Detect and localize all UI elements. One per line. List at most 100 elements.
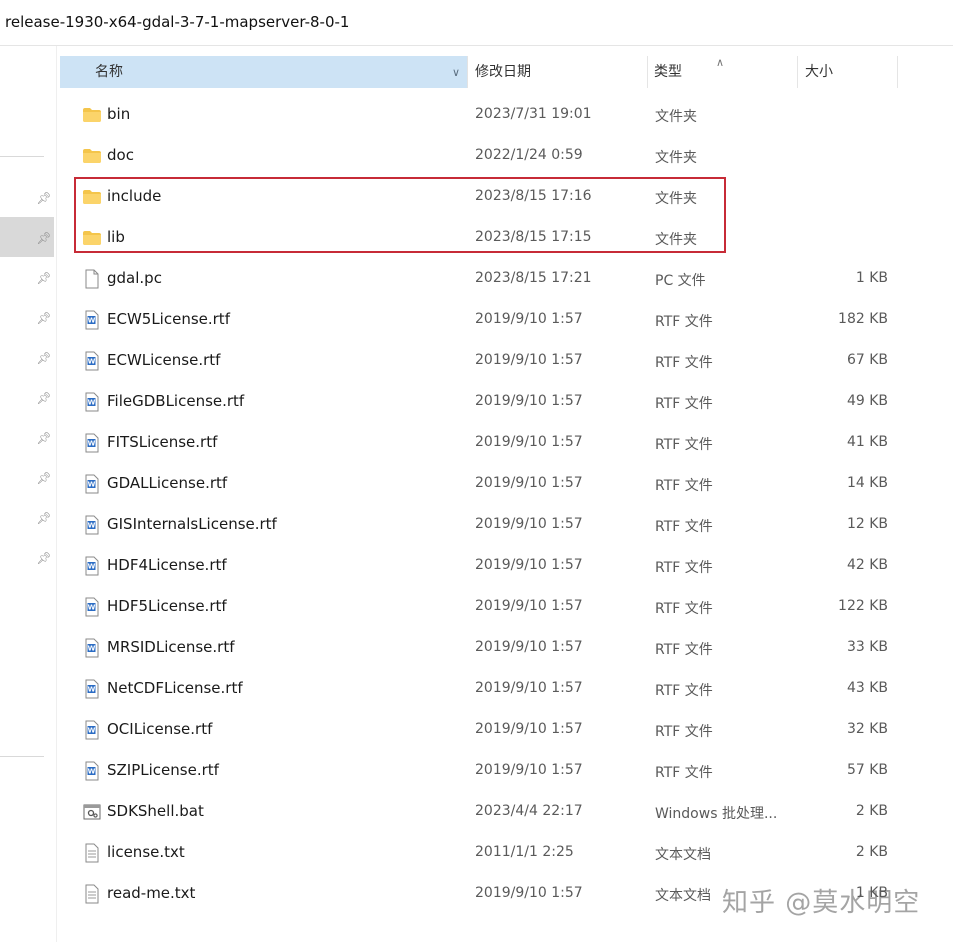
file-date: 2023/8/15 17:21 — [475, 270, 592, 286]
file-type: PC 文件 — [655, 273, 706, 289]
file-date: 2019/9/10 1:57 — [475, 352, 583, 368]
column-header-type[interactable]: ∧ 类型 — [648, 56, 798, 88]
column-header-date[interactable]: 修改日期 — [468, 56, 648, 88]
svg-text:W: W — [88, 563, 96, 571]
file-size: 182 KB — [838, 311, 888, 327]
svg-text:W: W — [88, 399, 96, 407]
file-date: 2019/9/10 1:57 — [475, 434, 583, 450]
file-row[interactable]: W FileGDBLicense.rtf 2019/9/10 1:57 RTF 文件 4… — [60, 382, 900, 423]
file-type: 文本文档 — [655, 847, 711, 863]
file-name: FITSLicense.rtf — [107, 433, 218, 451]
file-date: 2011/1/1 2:25 — [475, 844, 574, 860]
file-name: OCILicense.rtf — [107, 720, 213, 738]
file-date: 2019/9/10 1:57 — [475, 885, 583, 901]
folder-icon — [82, 187, 102, 207]
file-size: 2 KB — [855, 844, 888, 860]
column-header-name[interactable]: 名称 ∨ — [60, 56, 468, 88]
file-row[interactable]: bin 2023/7/31 19:01 文件夹 — [60, 95, 900, 136]
pin-icon[interactable]: 📌︎ — [36, 550, 52, 566]
nav-divider — [0, 156, 44, 157]
word-rtf-icon: W — [82, 638, 102, 658]
file-name: bin — [107, 105, 131, 123]
text-file-icon — [82, 843, 102, 863]
file-row[interactable]: license.txt 2011/1/1 2:25 文本文档 2 KB — [60, 833, 900, 874]
file-row[interactable]: W SZIPLicense.rtf 2019/9/10 1:57 RTF 文件 57 K… — [60, 751, 900, 792]
chevron-down-icon[interactable]: ∨ — [449, 56, 463, 89]
file-date: 2023/7/31 19:01 — [475, 106, 592, 122]
file-row[interactable]: W HDF5License.rtf 2019/9/10 1:57 RTF 文件 122 … — [60, 587, 900, 628]
file-name: HDF4License.rtf — [107, 556, 227, 574]
pin-icon[interactable]: 📌︎ — [36, 270, 52, 286]
pin-icon[interactable]: 📌︎ — [36, 350, 52, 366]
svg-text:W: W — [88, 768, 96, 776]
file-row[interactable]: gdal.pc 2023/8/15 17:21 PC 文件 1 KB — [60, 259, 900, 300]
file-date: 2022/1/24 0:59 — [475, 147, 583, 163]
word-rtf-icon: W — [82, 761, 102, 781]
file-row[interactable]: W OCILicense.rtf 2019/9/10 1:57 RTF 文件 32 KB — [60, 710, 900, 751]
watermark: 知乎 @莫水明空 — [722, 888, 921, 918]
file-type: RTF 文件 — [655, 519, 713, 535]
pin-icon[interactable]: 📌︎ — [36, 190, 52, 206]
file-row[interactable]: doc 2022/1/24 0:59 文件夹 — [60, 136, 900, 177]
file-date: 2019/9/10 1:57 — [475, 680, 583, 696]
file-size: 12 KB — [846, 516, 888, 532]
file-date: 2019/9/10 1:57 — [475, 516, 583, 532]
word-rtf-icon: W — [82, 474, 102, 494]
file-row[interactable]: include 2023/8/15 17:16 文件夹 — [60, 177, 900, 218]
word-rtf-icon: W — [82, 392, 102, 412]
word-rtf-icon: W — [82, 351, 102, 371]
file-name: NetCDFLicense.rtf — [107, 679, 243, 697]
word-rtf-icon: W — [82, 310, 102, 330]
pin-icon[interactable]: 📌︎ — [36, 310, 52, 326]
file-row[interactable]: W ECW5License.rtf 2019/9/10 1:57 RTF 文件 182 … — [60, 300, 900, 341]
file-row[interactable]: lib 2023/8/15 17:15 文件夹 — [60, 218, 900, 259]
folder-icon — [82, 146, 102, 166]
pin-icon[interactable]: 📌︎ — [36, 430, 52, 446]
column-header-row: 名称 ∨ 修改日期 ∧ 类型 大小 — [60, 56, 940, 88]
file-date: 2019/9/10 1:57 — [475, 311, 583, 327]
file-type: 文件夹 — [655, 191, 697, 207]
file-name: read-me.txt — [107, 884, 196, 902]
nav-divider — [0, 756, 44, 757]
file-row[interactable]: W HDF4License.rtf 2019/9/10 1:57 RTF 文件 42 K… — [60, 546, 900, 587]
svg-text:W: W — [88, 727, 96, 735]
pin-icon[interactable]: 📌︎ — [36, 390, 52, 406]
file-size: 57 KB — [846, 762, 888, 778]
file-size: 2 KB — [855, 803, 888, 819]
file-name: license.txt — [107, 843, 185, 861]
svg-text:W: W — [88, 440, 96, 448]
svg-text:W: W — [88, 686, 96, 694]
svg-text:W: W — [88, 317, 96, 325]
file-list: bin 2023/7/31 19:01 文件夹 doc 2022/1/24 0:59 文件… — [60, 95, 940, 915]
file-name: doc — [107, 146, 134, 164]
file-row[interactable]: W NetCDFLicense.rtf 2019/9/10 1:57 RTF 文件 43… — [60, 669, 900, 710]
file-name: GISInternalsLicense.rtf — [107, 515, 277, 533]
svg-text:W: W — [88, 604, 96, 612]
file-size: 67 KB — [846, 352, 888, 368]
file-type: RTF 文件 — [655, 437, 713, 453]
column-header-size-label: 大小 — [805, 64, 833, 80]
file-row[interactable]: W FITSLicense.rtf 2019/9/10 1:57 RTF 文件 41 K… — [60, 423, 900, 464]
word-rtf-icon: W — [82, 433, 102, 453]
pin-icon[interactable]: 📌︎ — [36, 230, 52, 246]
file-row[interactable]: W ECWLicense.rtf 2019/9/10 1:57 RTF 文件 67 KB — [60, 341, 900, 382]
file-row[interactable]: W GISInternalsLicense.rtf 2019/9/10 1:57 RT… — [60, 505, 900, 546]
file-date: 2019/9/10 1:57 — [475, 721, 583, 737]
navigation-pane: 📌︎ 📌︎ 📌︎ 📌︎ 📌︎ 📌︎ 📌︎ 📌︎ 📌︎ 📌︎ — [0, 46, 57, 942]
sort-ascending-icon: ∧ — [716, 56, 725, 69]
file-date: 2019/9/10 1:57 — [475, 557, 583, 573]
address-bar[interactable]: release-1930-x64-gdal-3-7-1-mapserver-8-… — [0, 0, 953, 46]
file-type: RTF 文件 — [655, 683, 713, 699]
svg-text:W: W — [88, 358, 96, 366]
file-row[interactable]: SDKShell.bat 2023/4/4 22:17 Windows 批处理...… — [60, 792, 900, 833]
column-header-size[interactable]: 大小 — [798, 56, 898, 88]
pin-icon[interactable]: 📌︎ — [36, 470, 52, 486]
folder-path: release-1930-x64-gdal-3-7-1-mapserver-8-… — [5, 13, 350, 31]
file-name: SDKShell.bat — [107, 802, 204, 820]
file-size: 41 KB — [846, 434, 888, 450]
file-row[interactable]: W GDALLicense.rtf 2019/9/10 1:57 RTF 文件 14 K… — [60, 464, 900, 505]
file-row[interactable]: W MRSIDLicense.rtf 2019/9/10 1:57 RTF 文件 33 … — [60, 628, 900, 669]
column-header-date-label: 修改日期 — [475, 64, 531, 80]
word-rtf-icon: W — [82, 515, 102, 535]
pin-icon[interactable]: 📌︎ — [36, 510, 52, 526]
